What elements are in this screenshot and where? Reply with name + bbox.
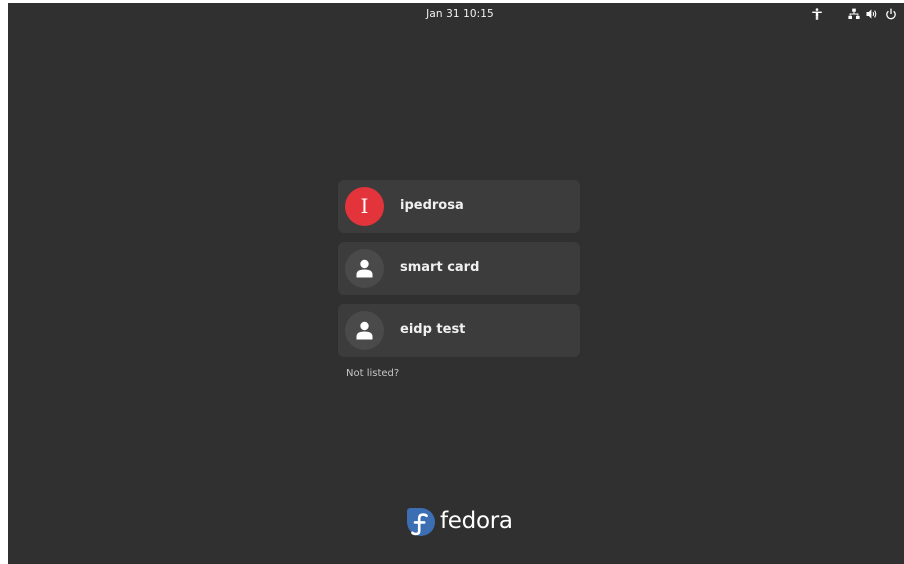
user-card-smart-card[interactable]: smart card — [338, 242, 580, 295]
avatar-initial: I — [360, 194, 369, 218]
user-avatar — [345, 249, 384, 288]
not-listed-link[interactable]: Not listed? — [346, 368, 399, 379]
user-name: eidp test — [400, 322, 466, 337]
person-icon — [356, 321, 373, 340]
fedora-logo-icon — [407, 508, 435, 536]
power-icon[interactable] — [885, 8, 897, 20]
clock[interactable]: Jan 31 10:15 — [8, 8, 904, 20]
network-icon[interactable] — [848, 8, 860, 20]
user-avatar: I — [345, 187, 384, 226]
user-avatar — [345, 311, 384, 350]
volume-icon[interactable] — [866, 8, 878, 20]
accessibility-icon[interactable] — [811, 8, 823, 20]
user-card-ipedrosa[interactable]: I ipedrosa — [338, 180, 580, 233]
fedora-logo: fedora — [406, 507, 526, 539]
user-name: smart card — [400, 260, 480, 275]
user-card-eidp-test[interactable]: eidp test — [338, 304, 580, 357]
person-icon — [356, 259, 373, 278]
fedora-logo-text: fedora — [440, 508, 513, 534]
login-screen: Jan 31 10:15 I ipedrosa smart card eidp … — [8, 3, 904, 564]
top-bar: Jan 31 10:15 — [8, 3, 904, 25]
user-name: ipedrosa — [400, 198, 464, 213]
